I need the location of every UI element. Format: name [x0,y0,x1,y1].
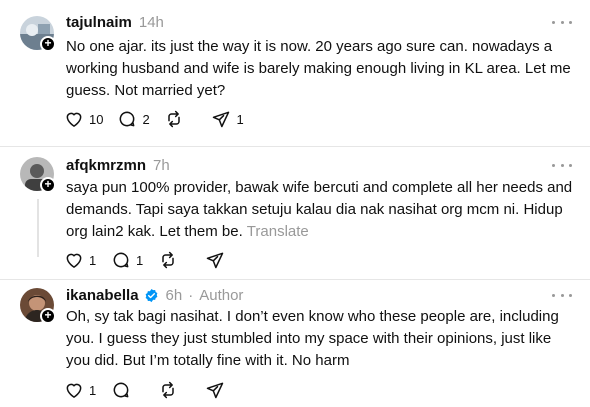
verified-badge-icon [144,288,159,303]
post-tajulnaim: + tajulnaim 14h No one ajar. its just th… [0,0,590,146]
heart-icon [66,112,82,127]
post-header: tajulnaim 14h [66,12,164,32]
timestamp[interactable]: 6h [166,287,183,304]
author-tag: Author [199,286,244,304]
follow-plus-icon[interactable]: + [40,36,56,52]
reply-button[interactable]: 2 [117,109,150,129]
heart-icon [66,253,82,268]
repost-icon [168,110,181,128]
share-count: 1 [236,111,244,127]
post-header: ikanabella 6h · Author [66,285,243,305]
like-count: 1 [89,252,97,268]
action-bar: 1 [64,378,252,402]
post-afqkmrzmn: + afqkmrzmn 7h saya pun 100% provider, b… [0,147,590,279]
username[interactable]: tajulnaim [66,14,132,31]
post-text: No one ajar. its just the way it is now.… [66,38,571,99]
heart-icon [66,383,82,398]
more-options-icon[interactable] [552,160,572,170]
reply-count: 1 [136,252,144,268]
action-bar: 10 2 1 [64,107,258,131]
username[interactable]: ikanabella [66,287,139,304]
share-button[interactable] [205,380,238,400]
post-text: saya pun 100% provider, bawak wife bercu… [66,177,578,243]
reply-button[interactable]: 1 [111,250,144,270]
post-ikanabella: + ikanabella 6h · Author Oh, sy tak bagi… [0,280,590,407]
repost-button[interactable] [164,109,197,129]
like-button[interactable]: 1 [64,380,97,400]
like-count: 10 [89,111,104,127]
repost-button[interactable] [158,380,191,400]
send-icon [206,382,224,399]
repost-icon [162,381,174,399]
separator-dot: · [188,286,194,304]
more-options-icon[interactable] [552,17,572,27]
like-button[interactable]: 1 [64,250,97,270]
post-text: Oh, sy tak bagi nasihat. I don’t even kn… [66,308,559,369]
more-options-icon[interactable] [552,290,572,300]
comment-icon [120,111,135,127]
translate-link[interactable]: Translate [247,223,309,240]
share-button[interactable]: 1 [211,109,244,129]
follow-plus-icon[interactable]: + [40,177,56,193]
comment-icon [113,252,129,268]
reply-count: 2 [142,111,150,127]
repost-icon [162,251,174,269]
send-icon [213,111,230,128]
thread-line [37,199,39,257]
send-icon [206,252,224,269]
like-button[interactable]: 10 [64,109,103,129]
action-bar: 1 1 [64,248,252,272]
comment-icon [113,382,129,398]
timestamp[interactable]: 14h [139,14,164,31]
post-header: afqkmrzmn 7h [66,155,170,175]
reply-button[interactable] [111,380,144,400]
post-text-content: saya pun 100% provider, bawak wife bercu… [66,179,573,240]
username[interactable]: afqkmrzmn [66,157,146,174]
share-button[interactable] [205,250,238,270]
repost-button[interactable] [158,250,191,270]
like-count: 1 [89,382,97,398]
follow-plus-icon[interactable]: + [40,308,56,324]
timestamp[interactable]: 7h [153,157,170,174]
